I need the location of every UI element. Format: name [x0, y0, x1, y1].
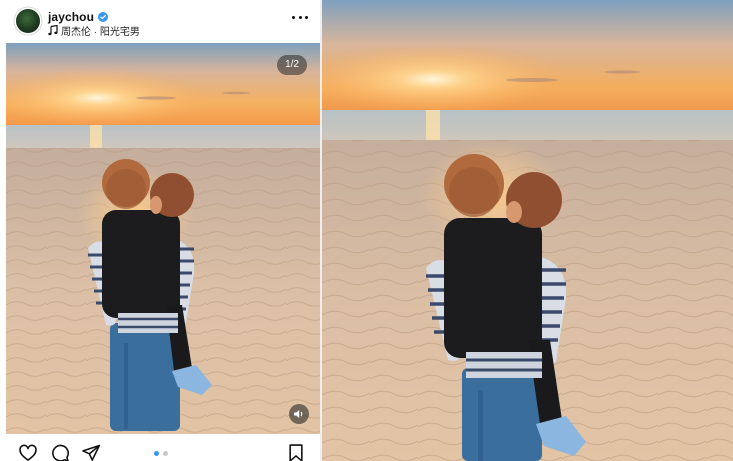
beach-sunset-photo — [6, 43, 320, 434]
music-row[interactable]: 周杰伦 · 阳光宅男 — [48, 24, 140, 38]
image-counter: 1/2 — [277, 55, 307, 75]
instagram-post: jaychou 周杰伦 · 阳光宅男 1/2 — [0, 0, 320, 461]
username-row: jaychou — [48, 9, 109, 24]
heart-icon[interactable] — [18, 443, 38, 461]
enlarged-photo — [322, 0, 733, 461]
carousel-indicator — [154, 451, 168, 456]
music-note-icon — [48, 25, 58, 36]
post-photo[interactable]: 1/2 — [6, 43, 320, 434]
comment-icon[interactable] — [50, 443, 70, 461]
carousel-dot — [163, 451, 168, 456]
more-options-icon[interactable] — [292, 14, 308, 20]
bookmark-icon[interactable] — [286, 443, 306, 461]
username[interactable]: jaychou — [48, 10, 94, 24]
beach-sunset-photo-large — [322, 0, 733, 461]
speaker-icon[interactable] — [289, 404, 309, 424]
carousel-dot-active — [154, 451, 159, 456]
send-icon[interactable] — [81, 443, 101, 461]
profile-avatar[interactable] — [16, 9, 40, 33]
post-header: jaychou 周杰伦 · 阳光宅男 — [0, 0, 320, 43]
verified-badge-icon — [98, 11, 109, 22]
music-track-label: 周杰伦 · 阳光宅男 — [61, 27, 140, 38]
post-actions — [0, 436, 320, 461]
